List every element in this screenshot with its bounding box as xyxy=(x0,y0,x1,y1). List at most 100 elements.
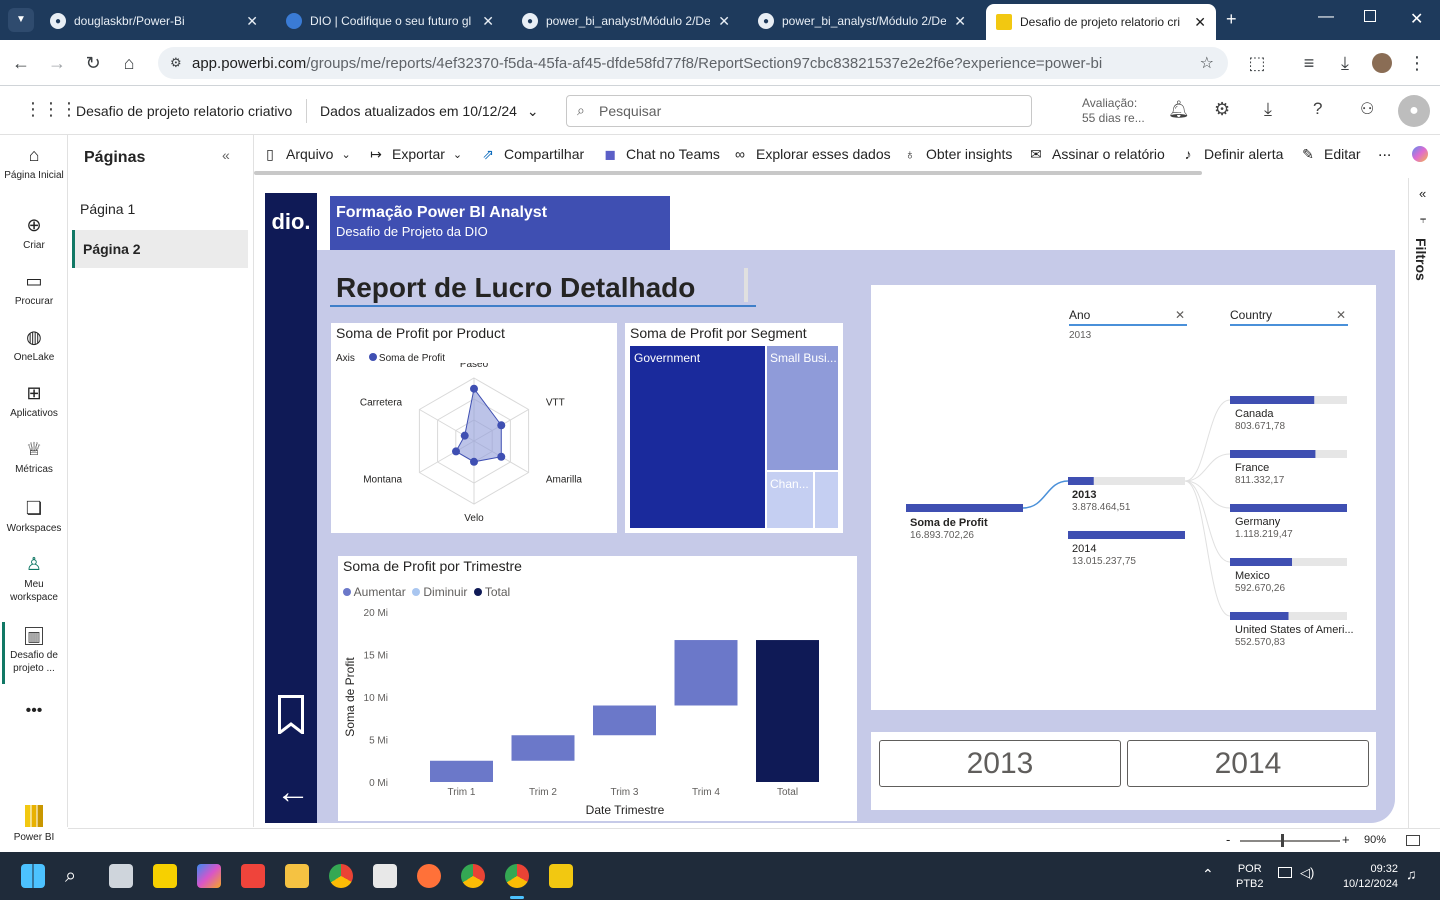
language-indicator[interactable]: POR PTB2 xyxy=(1236,862,1264,892)
radar-chart-card[interactable]: Soma de Profit por Product Axis Soma de P… xyxy=(331,323,617,533)
browser-menu-icon[interactable]: ⋮ xyxy=(1406,52,1428,74)
treemap-card[interactable]: Soma de Profit por Segment Government Sm… xyxy=(625,323,843,533)
decomposition-tree-card[interactable]: Ano ✕ 2013 Country ✕ Soma de Profit 16.893.… xyxy=(871,285,1376,710)
back-arrow-icon[interactable]: ← xyxy=(10,52,32,74)
search-icon[interactable]: ⌕ xyxy=(65,864,89,888)
extensions-icon[interactable]: ⬚ xyxy=(1246,52,1268,74)
browser-tab[interactable]: DIO | Codifique o seu futuro gl ✕ xyxy=(276,6,504,36)
bpa-icon[interactable] xyxy=(373,864,397,888)
compartilhar-button[interactable]: ⇗ Compartilhar xyxy=(480,146,584,162)
tray-chevron-icon[interactable]: ⌃ xyxy=(1202,866,1214,883)
tab-search-button[interactable]: ▼ xyxy=(8,8,34,32)
reload-icon[interactable]: ↻ xyxy=(82,52,104,74)
zoom-level[interactable]: 90% xyxy=(1364,834,1386,846)
windows-start-icon[interactable] xyxy=(21,864,45,888)
nav-create[interactable]: ⊕ Criar xyxy=(0,215,68,252)
firefox-icon[interactable] xyxy=(417,864,441,888)
clock[interactable]: 09:32 10/12/2024 xyxy=(1334,862,1398,892)
nav-home[interactable]: ⌂ Página Inicial xyxy=(0,145,68,182)
browser-tab[interactable]: ● power_bi_analyst/Módulo 2/De ✕ xyxy=(748,6,976,36)
toolbar-scrollbar[interactable] xyxy=(254,171,1202,175)
treemap-tile-other[interactable] xyxy=(815,472,838,528)
nav-my-workspace[interactable]: ♙ Meu workspace xyxy=(0,554,68,604)
new-tab-button[interactable]: + xyxy=(1226,9,1237,30)
home-icon[interactable]: ⌂ xyxy=(118,52,140,74)
close-window-button[interactable]: ✕ xyxy=(1410,9,1423,29)
alerta-button[interactable]: ♪ Definir alerta xyxy=(1180,146,1284,162)
fit-page-icon[interactable] xyxy=(1406,835,1420,846)
sticky-notes-icon[interactable] xyxy=(153,864,177,888)
insights-button[interactable]: ♁ Obter insights xyxy=(902,146,1013,162)
explorar-button[interactable]: ∞ Explorar esses dados xyxy=(732,146,891,162)
zoom-out-button[interactable]: - xyxy=(1226,832,1230,847)
arquivo-menu[interactable]: ▯ Arquivo ⌄ xyxy=(262,146,351,162)
nav-apps[interactable]: ⊞ Aplicativos xyxy=(0,383,68,420)
year-button[interactable]: 2014 xyxy=(1127,740,1369,787)
close-icon[interactable]: ✕ xyxy=(246,13,258,30)
trial-status[interactable]: Avaliação: 55 dias re... xyxy=(1082,96,1145,126)
url-input[interactable]: ⚙ app.powerbi.com/groups/me/reports/4ef3… xyxy=(158,47,1228,79)
chrome-profile-icon[interactable] xyxy=(461,864,485,888)
close-icon[interactable]: ✕ xyxy=(718,13,730,30)
browser-tab-active[interactable]: Desafio de projeto relatorio cri ✕ xyxy=(986,4,1216,40)
minimize-button[interactable]: — xyxy=(1318,8,1334,26)
back-arrow-icon[interactable]: ← xyxy=(276,772,310,812)
nav-workspaces[interactable]: ❏ Workspaces xyxy=(0,498,68,535)
media-icon[interactable]: ≡ xyxy=(1298,52,1320,74)
browser-tab[interactable]: ● douglaskbr/Power-Bi ✕ xyxy=(40,6,268,36)
copilot-icon[interactable] xyxy=(197,864,221,888)
browser-tab[interactable]: ● power_bi_analyst/Módulo 2/De ✕ xyxy=(512,6,740,36)
bell-icon[interactable]: 🔔︎ xyxy=(1168,100,1190,120)
user-avatar[interactable]: ● xyxy=(1398,95,1430,127)
expand-filters-icon[interactable]: « xyxy=(1419,186,1426,201)
profile-avatar[interactable] xyxy=(1372,53,1392,73)
chrome-active-icon[interactable] xyxy=(505,864,529,888)
more-options-button[interactable]: ... xyxy=(1378,143,1391,161)
forward-arrow-icon[interactable]: → xyxy=(46,52,68,74)
file-explorer-icon[interactable] xyxy=(285,864,309,888)
treemap-tile-government[interactable]: Government xyxy=(630,346,765,528)
close-icon[interactable]: ✕ xyxy=(482,13,494,30)
close-icon[interactable]: ✕ xyxy=(954,13,966,30)
powerbi-icon[interactable] xyxy=(549,864,573,888)
help-icon[interactable]: ? xyxy=(1313,99,1322,119)
treemap-tile-small-business[interactable]: Small Busi... xyxy=(767,346,838,470)
task-view-icon[interactable] xyxy=(109,864,133,888)
chrome-icon[interactable] xyxy=(329,864,353,888)
nav-onelake[interactable]: ◍ OneLake xyxy=(0,327,68,364)
assinar-button[interactable]: ✉ Assinar o relatório xyxy=(1028,146,1165,162)
zoom-slider-thumb[interactable] xyxy=(1281,834,1284,847)
zoom-in-button[interactable]: + xyxy=(1342,832,1350,847)
gear-icon[interactable]: ⚙ xyxy=(1214,99,1230,120)
nav-current-report[interactable]: ▥ Desafio de projeto ... xyxy=(0,627,68,675)
nav-metrics[interactable]: ♕ Métricas xyxy=(0,439,68,476)
site-info-icon[interactable]: ⚙ xyxy=(170,55,182,71)
filters-pane-collapsed[interactable]: « ⫧ Filtros xyxy=(1408,178,1440,828)
nav-powerbi[interactable]: Power BI xyxy=(0,805,68,844)
nav-more[interactable]: ••• xyxy=(0,703,68,719)
collapse-pages-icon[interactable]: « xyxy=(222,147,230,163)
report-name[interactable]: Desafio de projeto relatorio criativo xyxy=(76,103,292,119)
download-icon[interactable]: ⤓ xyxy=(1334,52,1356,74)
editar-button[interactable]: ✎ Editar xyxy=(1300,146,1360,162)
year-button[interactable]: 2013 xyxy=(879,740,1121,787)
app-launcher-icon[interactable]: ⋮⋮⋮ xyxy=(24,99,78,120)
share-feedback-icon[interactable]: ⚇ xyxy=(1360,99,1374,119)
notification-bell-icon[interactable]: ♫ xyxy=(1406,866,1417,882)
page-item-active[interactable]: Página 2 xyxy=(72,230,248,268)
star-icon[interactable]: ☆ xyxy=(1200,53,1214,73)
copilot-icon[interactable] xyxy=(1412,146,1436,162)
waterfall-chart-card[interactable]: Soma de Profit por Trimestre Aumentar Di… xyxy=(338,556,857,821)
anydesk-icon[interactable] xyxy=(241,864,265,888)
volume-icon[interactable]: ◁) xyxy=(1300,865,1314,881)
download-icon[interactable]: ⤓ xyxy=(1264,99,1272,120)
data-updated-dropdown[interactable]: Dados atualizados em 10/12/24 ⌄ xyxy=(320,103,539,120)
search-input[interactable]: ⌕ Pesquisar xyxy=(566,95,1032,127)
network-icon[interactable] xyxy=(1278,867,1292,878)
zoom-slider[interactable] xyxy=(1240,840,1340,842)
restore-button[interactable] xyxy=(1364,10,1376,22)
nav-browse[interactable]: ▭ Procurar xyxy=(0,271,68,308)
treemap-tile-channel[interactable]: Chan... xyxy=(767,472,813,528)
page-item[interactable]: Página 1 xyxy=(72,190,248,228)
exportar-menu[interactable]: ↦ Exportar ⌄ xyxy=(368,146,462,162)
